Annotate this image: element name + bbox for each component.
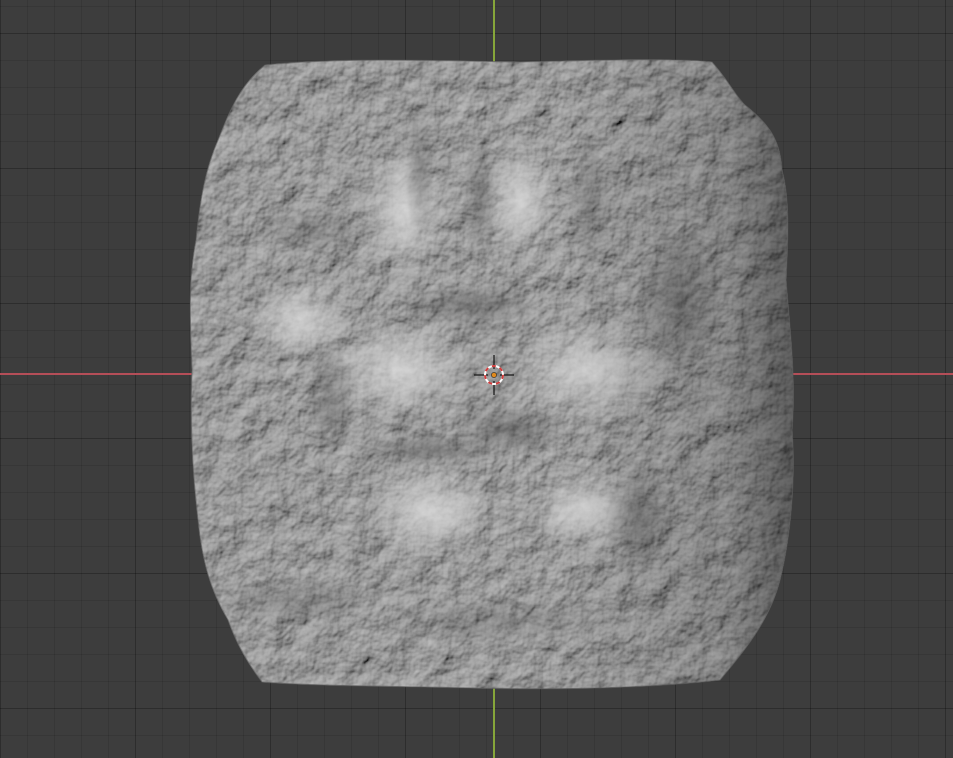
origin-dot: [491, 372, 497, 378]
3d-viewport[interactable]: [0, 0, 953, 758]
3d-cursor-icon[interactable]: [474, 355, 514, 395]
